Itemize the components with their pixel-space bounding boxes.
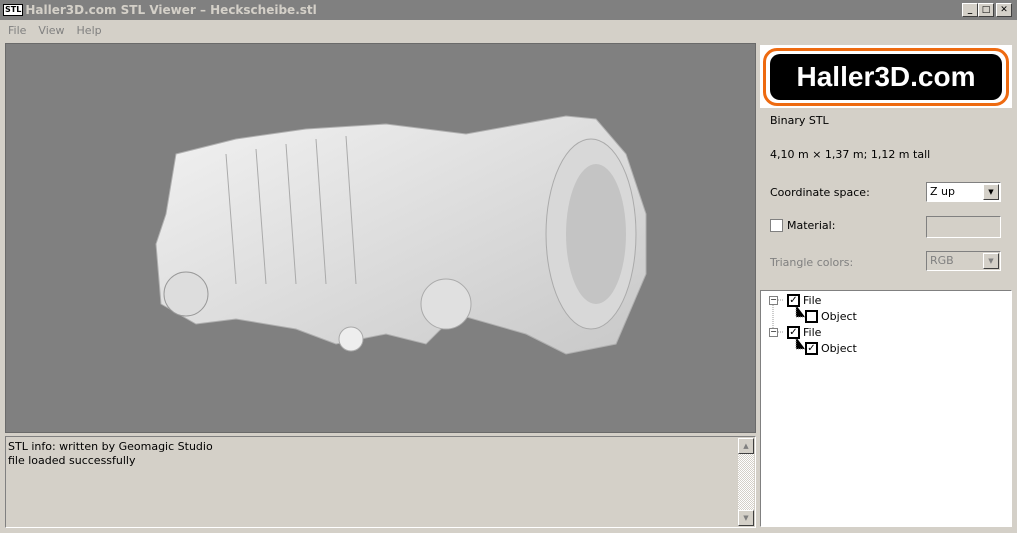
tree-node-object[interactable]: ✓ Object — [805, 342, 857, 355]
tree-checkbox[interactable] — [805, 310, 818, 323]
log-scrollbar[interactable]: ▲ ▼ — [738, 438, 754, 526]
3d-viewport[interactable] — [5, 43, 756, 433]
close-button[interactable]: ✕ — [996, 3, 1012, 17]
tree-node-object[interactable]: Object — [805, 310, 857, 323]
app-icon: STL — [3, 4, 24, 16]
log-line: STL info: written by Geomagic Studio — [8, 440, 213, 453]
material-label: Material: — [787, 219, 836, 232]
maximize-button[interactable]: □ — [978, 3, 994, 17]
stl-model — [155, 115, 647, 355]
file-format: Binary STL — [770, 114, 829, 127]
collapse-icon[interactable]: − — [769, 296, 778, 305]
tree-node-file[interactable]: − ✓ File — [769, 294, 821, 307]
chevron-down-icon[interactable]: ▼ — [983, 184, 999, 200]
model-dimensions: 4,10 m × 1,37 m; 1,12 m tall — [770, 148, 931, 161]
coordinate-space-select[interactable]: Z up ▼ — [926, 182, 1001, 202]
log-line: file loaded successfully — [8, 454, 136, 467]
chevron-down-icon: ▼ — [983, 253, 999, 269]
object-tree: − ✓ File Object − ✓ File ✓ Object — [760, 290, 1012, 527]
triangle-colors-label: Triangle colors: — [770, 256, 854, 269]
menu-file[interactable]: File — [8, 24, 26, 37]
menu-view[interactable]: View — [38, 24, 64, 37]
tree-checkbox[interactable]: ✓ — [805, 342, 818, 355]
tree-node-file[interactable]: − ✓ File — [769, 326, 821, 339]
menu-bar: File View Help — [0, 20, 106, 40]
menu-help[interactable]: Help — [77, 24, 102, 37]
window-title: Haller3D.com STL Viewer – Heckscheibe.st… — [25, 3, 317, 17]
scroll-up-button[interactable]: ▲ — [738, 438, 754, 454]
material-field — [926, 216, 1001, 238]
minimize-button[interactable]: _ — [962, 3, 978, 17]
scroll-down-button[interactable]: ▼ — [738, 510, 754, 526]
tree-checkbox[interactable]: ✓ — [787, 294, 800, 307]
material-checkbox[interactable] — [770, 219, 783, 232]
coordinate-space-label: Coordinate space: — [770, 186, 870, 199]
title-bar: STL Haller3D.com STL Viewer – Heckscheib… — [0, 0, 1017, 20]
log-panel: STL info: written by Geomagic Studio fil… — [5, 436, 756, 528]
collapse-icon[interactable]: − — [769, 328, 778, 337]
tree-checkbox[interactable]: ✓ — [787, 326, 800, 339]
triangle-colors-select: RGB ▼ — [926, 251, 1001, 271]
haller3d-logo: Haller3D.com — [760, 45, 1012, 108]
